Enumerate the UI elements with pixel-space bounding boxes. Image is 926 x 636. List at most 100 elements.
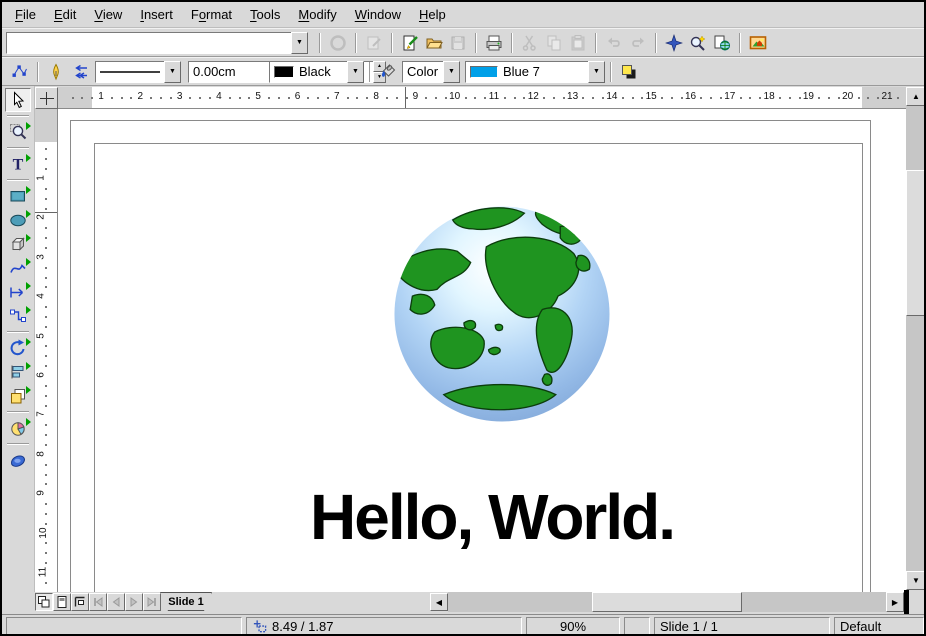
insert-tool-button[interactable] (5, 416, 31, 440)
horizontal-scrollbar[interactable] (448, 592, 886, 612)
rect-tool-button[interactable] (5, 184, 31, 208)
flyout-arrow-icon (26, 362, 31, 370)
menu-edit[interactable]: Edit (45, 4, 85, 25)
menu-window[interactable]: Window (346, 4, 410, 25)
document-canvas[interactable]: Hello, World. (58, 109, 906, 592)
scroll-down-button[interactable]: ▼ (906, 571, 926, 590)
rotate-tool-button[interactable] (5, 336, 31, 360)
line-color-combo[interactable]: Black ▼ (269, 61, 364, 83)
menu-format[interactable]: Format (182, 4, 241, 25)
ruler-tick (45, 148, 47, 150)
fill-color-combo[interactable]: Blue 7 ▼ (465, 61, 605, 83)
layer-view-button[interactable] (71, 593, 89, 611)
hyperlink-button[interactable] (710, 31, 734, 55)
gallery-button[interactable] (746, 31, 770, 55)
ruler-tick (858, 97, 860, 99)
ruler-tick (199, 97, 201, 99)
dropdown-arrow-icon[interactable]: ▼ (588, 61, 605, 83)
status-position-cell[interactable]: 8.49 / 1.87 (246, 617, 522, 635)
v-ruler-label: 4 (35, 293, 46, 299)
status-zoom-cell[interactable]: 90% (526, 617, 620, 635)
slide-title-text[interactable]: Hello, World. (289, 480, 695, 554)
globe-image[interactable] (390, 202, 614, 426)
slide-tab[interactable]: Slide 1 (160, 592, 212, 611)
print-button[interactable] (482, 31, 506, 55)
h-ruler-label: 18 (764, 91, 775, 102)
status-modified-cell (624, 617, 650, 635)
menu-modify[interactable]: Modify (289, 4, 345, 25)
fill-type-label: Color (407, 64, 438, 79)
ruler-tick (268, 97, 270, 99)
tab-scroll-left-button[interactable]: ◀ (430, 593, 448, 611)
flyout-arrow-icon (26, 386, 31, 394)
status-style-cell[interactable]: Default (834, 617, 924, 635)
text-tool-button[interactable]: T (5, 152, 31, 176)
menu-insert[interactable]: Insert (131, 4, 182, 25)
curve-tool-button[interactable] (5, 256, 31, 280)
toolbar-separator (369, 62, 371, 82)
new-doc-button[interactable] (398, 31, 422, 55)
v-ruler-label: 5 (35, 333, 46, 339)
dropdown-arrow-icon[interactable]: ▼ (291, 32, 308, 54)
dropdown-arrow-icon[interactable]: ▼ (347, 61, 364, 83)
zoom-button[interactable] (686, 31, 710, 55)
effects3d-tool-button[interactable] (5, 448, 31, 472)
ruler-tick (45, 405, 47, 407)
fill-style-button[interactable] (376, 60, 400, 84)
fill-type-combo[interactable]: Color ▼ (402, 61, 460, 83)
ruler-tick (514, 97, 516, 99)
master-view-button[interactable] (53, 593, 71, 611)
ruler-tick (45, 168, 47, 170)
edit-points-button[interactable] (8, 60, 32, 84)
arrange-tool-button[interactable] (5, 384, 31, 408)
line-style-combo[interactable]: ▼ (95, 61, 181, 83)
align-tool-button[interactable] (5, 360, 31, 384)
url-input[interactable] (6, 32, 291, 54)
ruler-tick (632, 97, 634, 99)
slide-view-button[interactable] (35, 593, 53, 611)
toolbox-separator (7, 179, 29, 181)
dropdown-arrow-icon[interactable]: ▼ (164, 61, 181, 83)
shadow-button[interactable] (617, 60, 641, 84)
menu-tools[interactable]: Tools (241, 4, 289, 25)
menubar: FileEditViewInsertFormatToolsModifyWindo… (2, 2, 924, 28)
ellipse-tool-button[interactable] (5, 208, 31, 232)
select-tool-button[interactable] (5, 88, 31, 112)
dropdown-arrow-icon[interactable]: ▼ (443, 61, 460, 83)
zoom-value: 90% (560, 619, 586, 634)
ruler-tick (897, 97, 899, 99)
ruler-tick (45, 227, 47, 229)
line-width-spinner[interactable]: ▲ ▼ (188, 61, 262, 83)
line-tool-button[interactable] (5, 280, 31, 304)
menu-file[interactable]: File (6, 4, 45, 25)
horizontal-ruler[interactable]: 123456789101112131415161718192021 (58, 87, 906, 109)
toolbox-separator (7, 443, 29, 445)
ruler-tick (759, 97, 761, 99)
ruler-tick (170, 97, 172, 99)
scroll-up-button[interactable]: ▲ (906, 87, 926, 106)
line-color-swatch (274, 66, 294, 78)
navigator-button[interactable] (662, 31, 686, 55)
h-ruler-label: 4 (216, 91, 222, 102)
ruler-tick (641, 97, 643, 99)
arrow-style-button[interactable] (68, 60, 92, 84)
url-combobox[interactable]: ▼ (6, 32, 308, 54)
ruler-origin-button[interactable] (35, 87, 58, 109)
connector-tool-button[interactable] (5, 304, 31, 328)
object3d-tool-button[interactable] (5, 232, 31, 256)
zoom-tool-button[interactable] (5, 120, 31, 144)
vertical-scrollbar-thumb[interactable] (906, 170, 926, 316)
toolbox-separator (7, 147, 29, 149)
line-style-button[interactable] (44, 60, 68, 84)
status-slide-cell[interactable]: Slide 1 / 1 (654, 617, 830, 635)
menu-view[interactable]: View (85, 4, 131, 25)
ruler-tick (779, 97, 781, 99)
stop-button (326, 31, 350, 55)
horizontal-scrollbar-thumb[interactable] (592, 592, 742, 612)
scroll-right-button[interactable]: ▶ (886, 592, 904, 612)
vertical-ruler[interactable]: 123456789101112 (35, 109, 58, 592)
open-button[interactable] (422, 31, 446, 55)
vertical-scrollbar[interactable]: ▲ ▼ (906, 87, 926, 590)
menu-help[interactable]: Help (410, 4, 455, 25)
toolbar-separator (391, 33, 393, 53)
